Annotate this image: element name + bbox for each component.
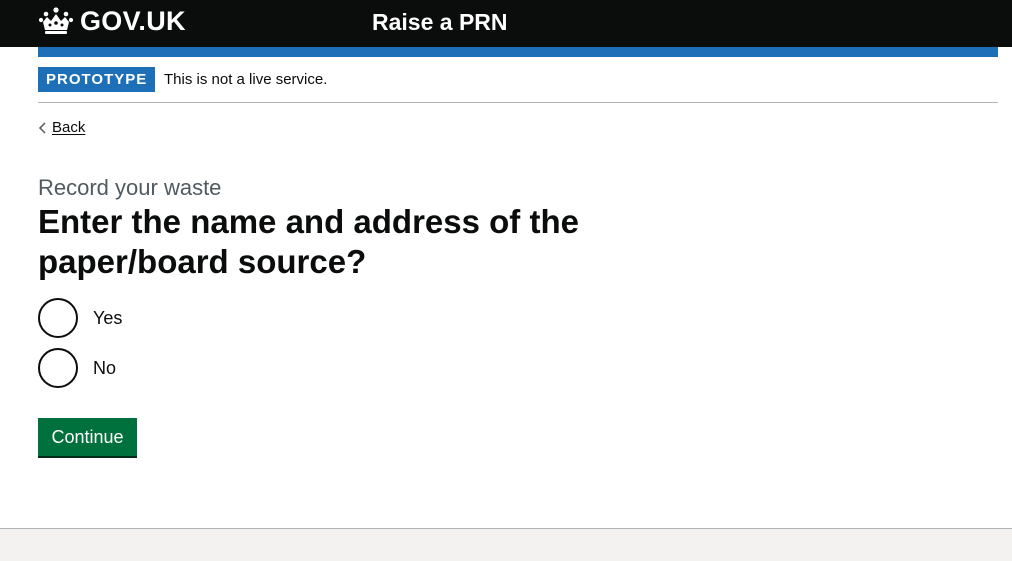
phase-banner: PROTOTYPE This is not a live service.	[38, 67, 998, 103]
continue-button[interactable]: Continue	[38, 418, 137, 456]
page-caption: Record your waste	[38, 175, 222, 200]
logo-text: GOV.UK	[80, 6, 186, 36]
radio-button-yes[interactable]	[38, 298, 78, 338]
radio-button-no[interactable]	[38, 348, 78, 388]
header-blue-bar	[38, 47, 998, 57]
site-header: GOV.UK Raise a PRN	[0, 0, 1012, 47]
radio-option-yes[interactable]: Yes	[38, 298, 122, 338]
back-link-label: Back	[52, 119, 86, 136]
back-link[interactable]: Back	[38, 118, 85, 138]
radio-label-no: No	[93, 358, 117, 378]
site-footer	[0, 528, 1012, 561]
phase-banner-text: This is not a live service.	[164, 71, 328, 88]
chevron-left-icon	[38, 122, 46, 134]
page-heading: Enter the name and address of the paper/…	[38, 203, 579, 280]
radio-label-yes: Yes	[93, 308, 123, 328]
govuk-logo-link[interactable]: GOV.UK	[38, 6, 186, 36]
radio-option-no[interactable]: No	[38, 348, 116, 388]
phase-tag: PROTOTYPE	[38, 67, 156, 92]
crown-icon	[38, 7, 74, 34]
service-name-link[interactable]: Raise a PRN	[372, 8, 508, 36]
